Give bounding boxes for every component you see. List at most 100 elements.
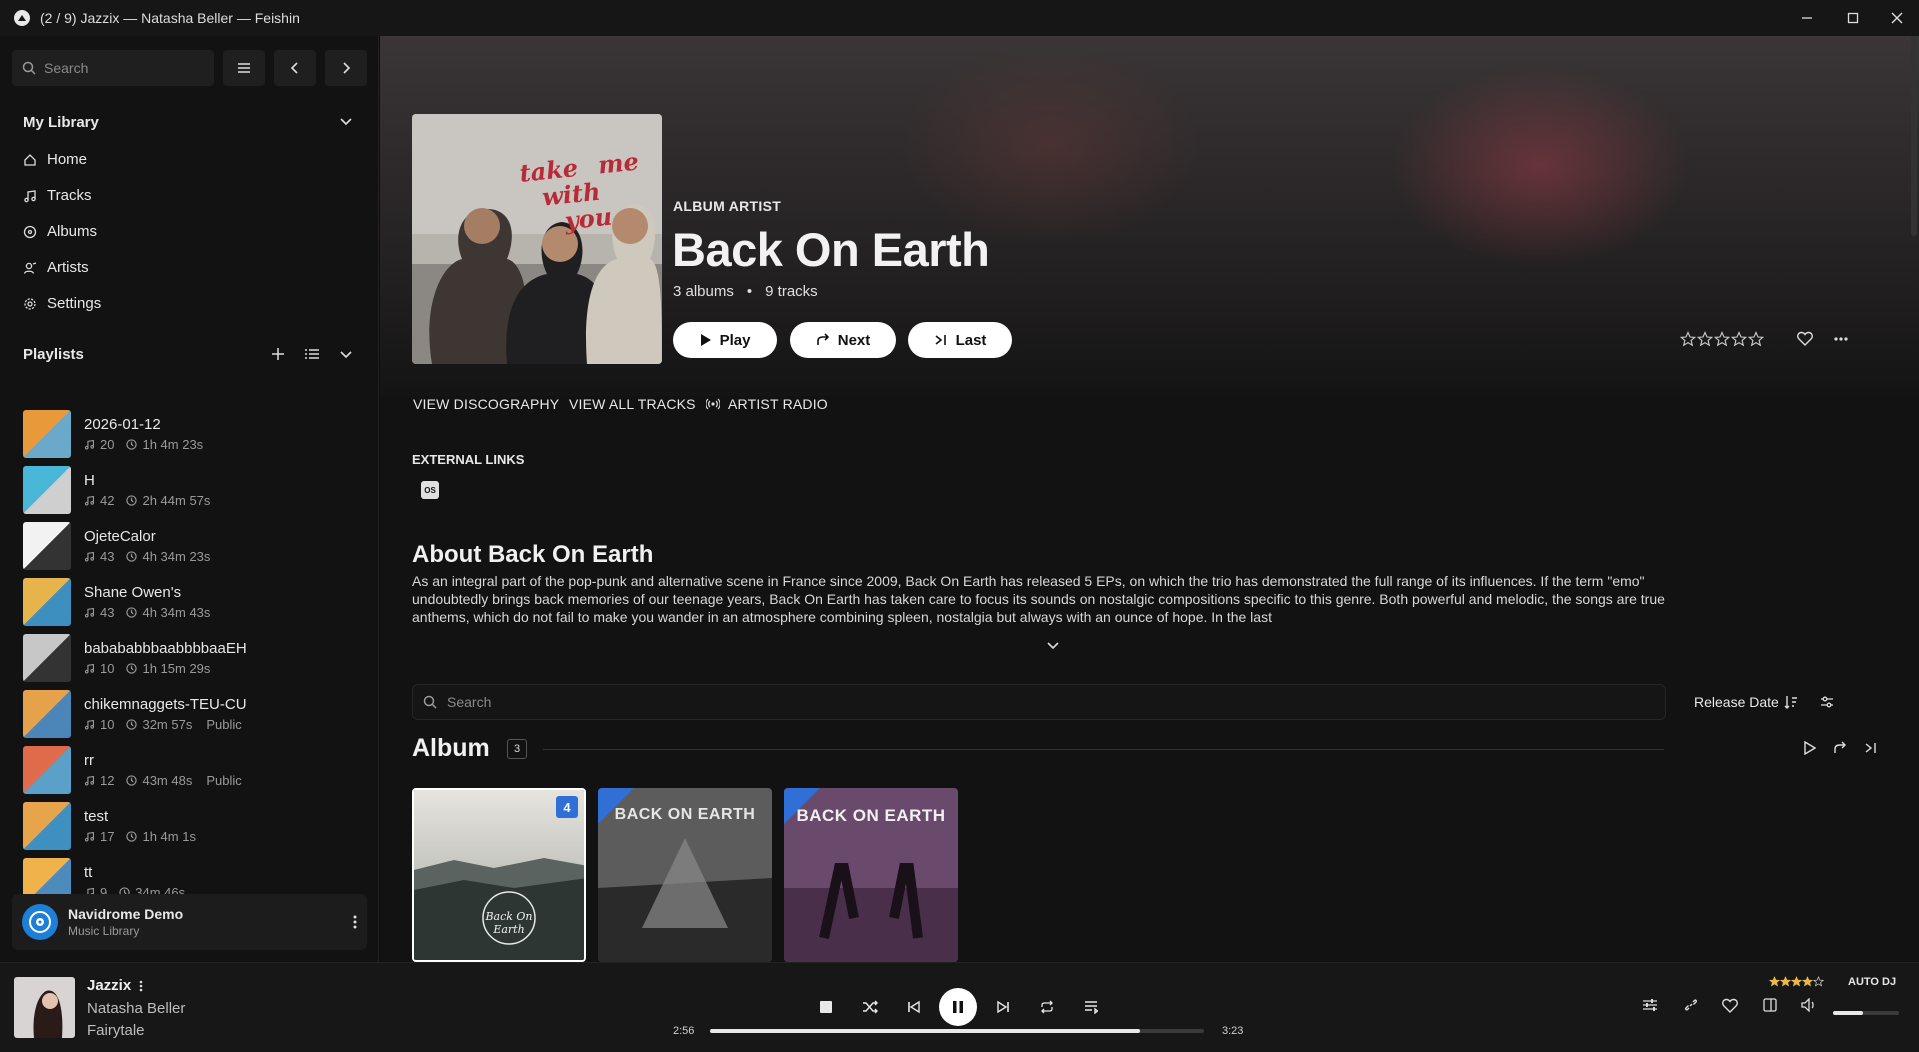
star-outline-icon[interactable] [1813,976,1824,987]
album-search-input[interactable]: Search [412,684,1666,720]
heart-icon[interactable] [1797,331,1813,346]
playlist-item[interactable]: chikemnaggets-TEU-CU 10 32m 57s Public [23,688,363,740]
playlist-name: Shane Owen's [84,584,182,601]
back-button[interactable] [274,50,316,86]
menu-button[interactable] [223,50,265,86]
star-filled-icon[interactable] [1791,976,1802,987]
stop-icon [820,1001,832,1013]
chevron-down-icon[interactable] [340,351,352,359]
minimize-button[interactable] [1785,0,1829,36]
artist-rating-stars[interactable] [1680,331,1764,347]
add-playlist-icon[interactable] [271,347,285,361]
nav-albums[interactable]: Albums [23,223,97,240]
playlist-item[interactable]: babababbbaabbbbaaEH 10 1h 15m 29s [23,632,363,684]
nav-home-label: Home [47,151,88,168]
playlist-item[interactable]: test 17 1h 4m 1s [23,800,363,852]
chevron-left-icon [290,62,298,74]
view-all-tracks-link[interactable]: VIEW ALL TRACKS [569,396,696,412]
about-heading: About Back On Earth [412,541,654,568]
music-note-icon [84,663,95,674]
star-outline-icon[interactable] [1731,331,1747,347]
auto-dj-toggle[interactable]: AUTO DJ [1848,976,1896,988]
star-filled-icon[interactable] [1769,976,1780,987]
star-outline-icon[interactable] [1748,331,1764,347]
playlist-item[interactable]: 2026-01-12 20 1h 4m 23s [23,408,363,460]
now-playing-cover[interactable] [14,977,75,1038]
progress-track[interactable] [710,1029,1204,1033]
track-rating-stars[interactable] [1769,976,1824,987]
nav-artists[interactable]: Artists [23,259,89,276]
favorite-button[interactable] [1718,993,1742,1017]
play-button[interactable]: Play [673,322,777,358]
redo-arrow-icon[interactable] [1833,741,1847,755]
chevron-down-icon[interactable] [1047,642,1059,650]
external-link-button[interactable]: OS [421,481,439,499]
playlist-item[interactable]: Shane Owen's 43 4h 34m 43s [23,576,363,628]
volume-fill [1833,1011,1863,1015]
equalizer-button[interactable] [1638,993,1662,1017]
share-link-button[interactable] [1679,993,1703,1017]
view-discography-link[interactable]: VIEW DISCOGRAPHY [413,396,559,412]
play-last-button[interactable]: Last [908,322,1012,358]
star-outline-icon[interactable] [1697,331,1713,347]
playlist-cover [23,690,71,738]
list-view-icon[interactable] [305,348,319,360]
nav-home[interactable]: Home [23,151,87,168]
star-filled-icon[interactable] [1780,976,1791,987]
main-scrollbar[interactable] [1911,36,1917,236]
more-vertical-icon[interactable] [139,980,143,992]
now-playing-album[interactable]: Fairytale [87,1022,145,1039]
playlist-item[interactable]: rr 12 43m 48s Public [23,744,363,796]
nav-tracks[interactable]: Tracks [23,187,91,204]
playlist-cover [23,522,71,570]
more-vertical-icon[interactable] [353,914,357,930]
maximize-button[interactable] [1831,0,1875,36]
more-horizontal-icon[interactable] [1834,337,1848,341]
pause-button[interactable] [939,988,977,1026]
queue-button[interactable] [1077,993,1105,1021]
playlist-duration: 1h 4m 23s [142,437,204,452]
now-playing-title[interactable]: Jazzix [87,977,131,994]
sort-order-icon[interactable] [1784,695,1798,709]
stop-button[interactable] [812,993,840,1021]
nav-settings[interactable]: Settings [23,295,101,312]
forward-button[interactable] [325,50,367,86]
artist-radio-link[interactable]: ARTIST RADIO [706,396,828,412]
sidebar-toggle-button[interactable] [1758,993,1782,1017]
volume-slider[interactable] [1833,1011,1899,1015]
playlist-item[interactable]: H 42 2h 44m 57s [23,464,363,516]
music-note-icon [84,607,95,618]
about-body: As an integral part of the pop-punk and … [412,573,1665,625]
star-filled-icon[interactable] [1802,976,1813,987]
playlist-name: test [84,808,109,825]
server-selector[interactable]: Navidrome Demo Music Library [12,894,367,950]
my-library-heading[interactable]: My Library [23,114,99,131]
shuffle-icon [863,1000,878,1014]
chevron-down-icon[interactable] [340,118,352,126]
play-icon[interactable] [1804,741,1816,755]
sort-select[interactable]: Release Date [1694,694,1779,710]
playlist-name: rr [84,752,94,769]
repeat-button[interactable] [1033,993,1061,1021]
sidebar-search-input[interactable]: Search [12,50,214,86]
album-card[interactable]: BACK ON EARTH [598,788,772,962]
album-count-badge: 3 [507,739,527,759]
shuffle-button[interactable] [856,993,884,1021]
search-icon [423,695,437,709]
star-outline-icon[interactable] [1714,331,1730,347]
previous-button[interactable] [900,993,928,1021]
play-next-button[interactable]: Next [790,322,896,358]
album-card[interactable]: Back On Earth 4 [412,788,586,962]
now-playing-artist[interactable]: Natasha Beller [87,1000,185,1017]
close-button[interactable] [1875,0,1919,36]
playlist-visibility: Public [206,773,242,788]
album-card[interactable]: BACK ON EARTH [784,788,958,962]
star-outline-icon[interactable] [1680,331,1696,347]
mute-button[interactable] [1797,993,1821,1017]
next-button[interactable] [989,993,1017,1021]
cover-graffiti: take me with you [518,147,655,238]
skip-to-end-icon[interactable] [1864,741,1878,755]
filter-settings-icon[interactable] [1820,695,1834,709]
music-note-icon [84,775,95,786]
playlist-item[interactable]: OjeteCalor 43 4h 34m 23s [23,520,363,572]
